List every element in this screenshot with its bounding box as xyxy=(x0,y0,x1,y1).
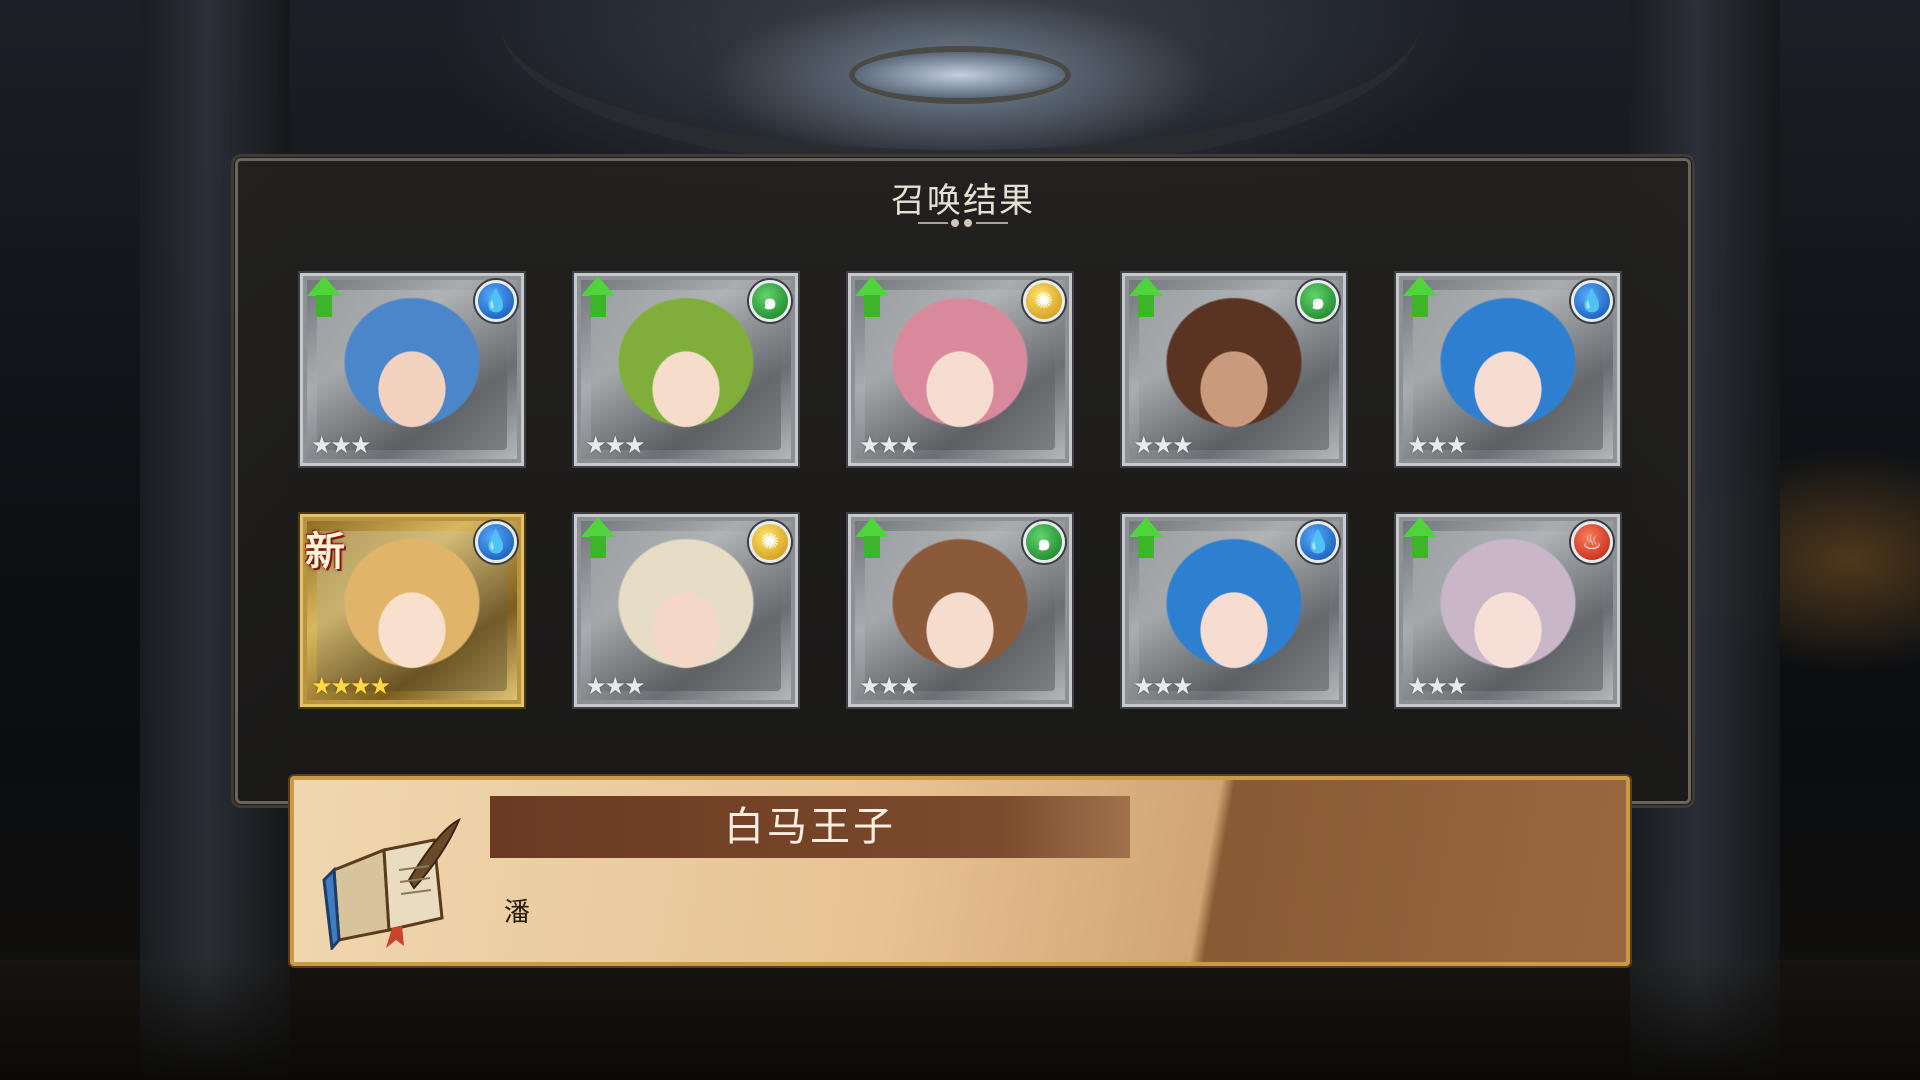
rarity-stars: ★★★ xyxy=(1407,672,1468,700)
rarity-stars: ★★★★ xyxy=(311,672,391,700)
floor xyxy=(0,960,1920,1080)
upgrade-arrow-icon xyxy=(1129,276,1163,320)
character-card[interactable]: 💧 ★★★ xyxy=(1396,273,1620,466)
rarity-stars: ★★★ xyxy=(1133,672,1194,700)
character-portrait xyxy=(865,531,1055,691)
character-card[interactable]: ✺ ★★★ xyxy=(848,273,1072,466)
ceiling-dome-window xyxy=(855,52,1065,98)
character-card[interactable]: 💧 ★★★ xyxy=(1122,514,1346,707)
water-drop-icon: 💧 xyxy=(1297,521,1339,563)
upgrade-arrow-icon xyxy=(855,517,889,561)
new-badge: 新 xyxy=(305,529,345,575)
rarity-stars: ★★★ xyxy=(1407,431,1468,459)
character-portrait xyxy=(1413,531,1603,691)
rarity-stars: ★★★ xyxy=(859,672,920,700)
wind-swirl-icon: ๑ xyxy=(1297,280,1339,322)
character-card[interactable]: ๑ ★★★ xyxy=(574,273,798,466)
upgrade-arrow-icon xyxy=(581,276,615,320)
character-card[interactable]: ๑ ★★★ xyxy=(848,514,1072,707)
character-card[interactable]: 💧 ★★★ xyxy=(300,273,524,466)
character-subtitle: 潘 xyxy=(504,898,531,928)
character-card[interactable]: 新 💧 ★★★★ xyxy=(300,514,524,707)
character-portrait xyxy=(591,290,781,450)
sun-icon: ✺ xyxy=(749,521,791,563)
character-portrait xyxy=(1139,531,1329,691)
upgrade-arrow-icon xyxy=(581,517,615,561)
character-portrait xyxy=(1413,290,1603,450)
upgrade-arrow-icon xyxy=(307,276,341,320)
summon-result-panel: 召唤结果 💧 ★★★ ๑ ★★★ ✺ ★★★ ๑ ★★★ 💧 ★★★ 新 💧 ★★★★ ✺ ★★★ ๑ ★★★ 💧… xyxy=(235,158,1691,804)
rarity-stars: ★★★ xyxy=(859,431,920,459)
upgrade-arrow-icon xyxy=(1129,517,1163,561)
character-info-banner: 白马王子 潘 xyxy=(290,776,1630,966)
title-ornament xyxy=(918,219,1008,227)
rarity-stars: ★★★ xyxy=(585,431,646,459)
character-card[interactable]: ๑ ★★★ xyxy=(1122,273,1346,466)
character-portrait xyxy=(317,290,507,450)
rarity-stars: ★★★ xyxy=(585,672,646,700)
character-portrait xyxy=(591,531,781,691)
wind-swirl-icon: ๑ xyxy=(1023,521,1065,563)
character-card[interactable]: ♨ ★★★ xyxy=(1396,514,1620,707)
character-card[interactable]: ✺ ★★★ xyxy=(574,514,798,707)
book-quill-icon xyxy=(322,817,461,950)
water-drop-icon: 💧 xyxy=(475,521,517,563)
rarity-stars: ★★★ xyxy=(1133,431,1194,459)
sun-icon: ✺ xyxy=(1023,280,1065,322)
wind-swirl-icon: ๑ xyxy=(749,280,791,322)
character-portrait xyxy=(317,531,507,691)
character-portrait xyxy=(1139,290,1329,450)
upgrade-arrow-icon xyxy=(855,276,889,320)
character-name: 白马王子 xyxy=(724,804,896,850)
flame-icon: ♨ xyxy=(1571,521,1613,563)
character-portrait xyxy=(865,290,1055,450)
water-drop-icon: 💧 xyxy=(1571,280,1613,322)
upgrade-arrow-icon xyxy=(1403,517,1437,561)
water-drop-icon: 💧 xyxy=(475,280,517,322)
upgrade-arrow-icon xyxy=(1403,276,1437,320)
panel-title: 召唤结果 xyxy=(891,181,1035,221)
rarity-stars: ★★★ xyxy=(311,431,372,459)
